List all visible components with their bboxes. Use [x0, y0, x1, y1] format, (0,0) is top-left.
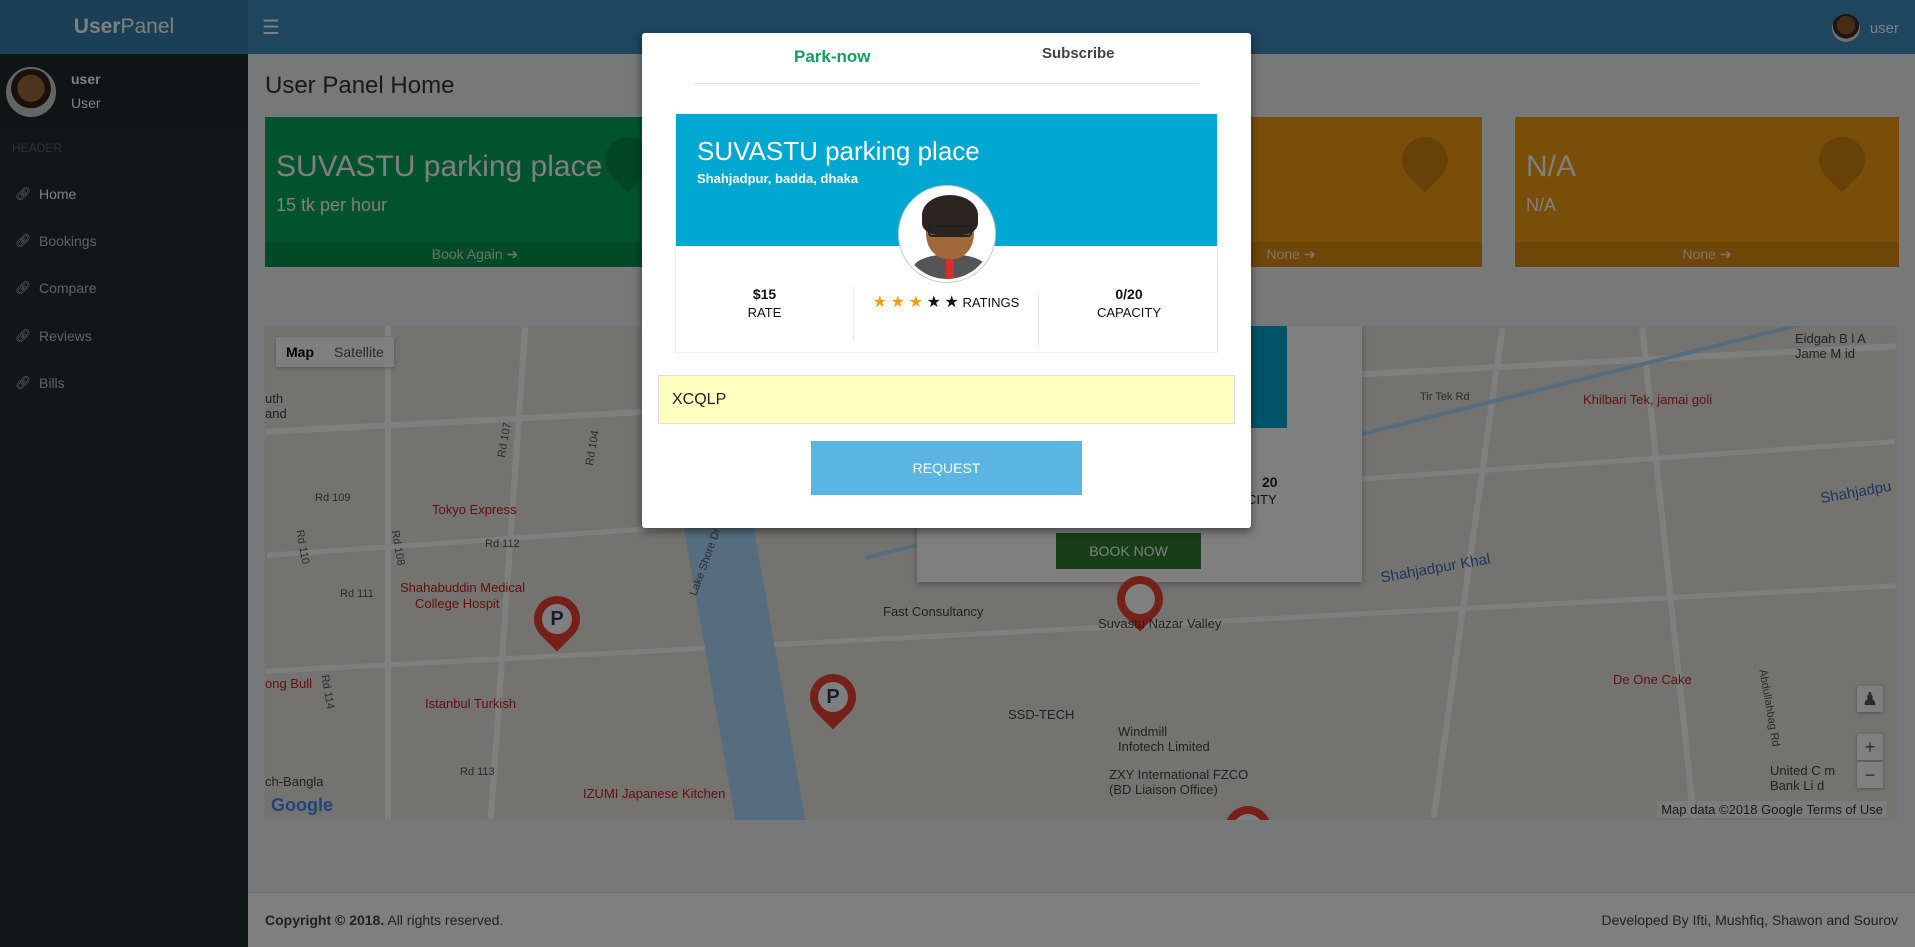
parking-card: SUVASTU parking place Shahjadpur, badda,… [675, 113, 1218, 353]
ratings-label: RATINGS [962, 295, 1020, 310]
modal-tabs: Park-now Subscribe [694, 33, 1199, 84]
parking-address: Shahjadpur, badda, dhaka [697, 171, 859, 186]
tab-park-now[interactable]: Park-now [794, 47, 871, 67]
capacity-stat: 0/20 CAPACITY [1039, 286, 1219, 341]
capacity-label: CAPACITY [1096, 305, 1162, 320]
park-modal: Park-now Subscribe SUVASTU parking place… [642, 33, 1251, 528]
rate-value: $15 [752, 286, 777, 302]
parking-name: SUVASTU parking place [697, 136, 980, 166]
star-filled-icon: ★ [908, 294, 923, 311]
rate-label: RATE [747, 305, 782, 320]
star-filled-icon: ★ [890, 294, 905, 311]
request-button[interactable]: REQUEST [811, 441, 1082, 495]
avatar-glasses [928, 225, 972, 237]
owner-avatar [899, 186, 995, 282]
capacity-value: 0/20 [1115, 286, 1143, 302]
star-empty-icon: ★ [926, 294, 941, 311]
tab-subscribe[interactable]: Subscribe [1042, 45, 1115, 62]
booking-code-input[interactable] [658, 375, 1235, 424]
parking-stats: $15 RATE ★ ★ ★ ★ ★ RATINGS 0/20 CAPACITY [676, 274, 1217, 347]
star-filled-icon: ★ [872, 294, 887, 311]
rate-stat: $15 RATE [676, 286, 854, 341]
star-empty-icon: ★ [944, 294, 959, 311]
ratings-stat: ★ ★ ★ ★ ★ RATINGS [854, 292, 1039, 347]
